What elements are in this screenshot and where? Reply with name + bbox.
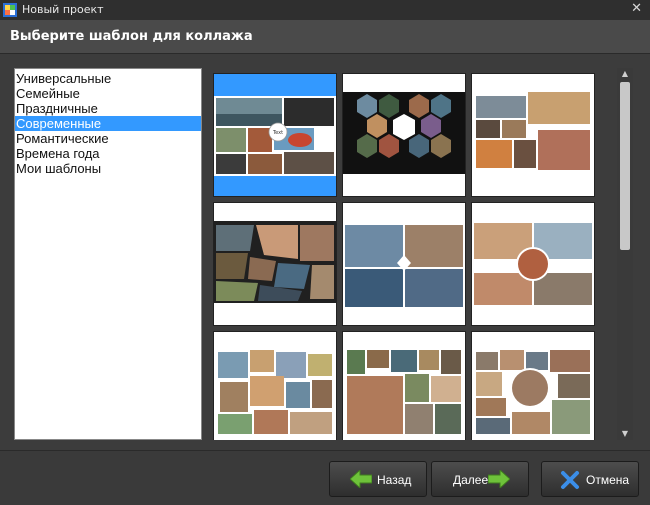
collage-preview-7 <box>214 332 336 440</box>
template-thumbnail[interactable] <box>213 331 337 440</box>
next-button[interactable]: Далее <box>431 461 529 497</box>
category-list[interactable]: Универсальные Семейные Праздничные Совре… <box>14 68 202 440</box>
back-button-label: Назад <box>377 473 412 487</box>
close-icon[interactable]: ✕ <box>631 1 642 16</box>
category-item-modern[interactable]: Современные <box>15 116 201 131</box>
cancel-button-label: Отмена <box>586 473 630 487</box>
collage-preview-2 <box>343 92 465 174</box>
scroll-up-arrow-icon[interactable]: ▲ <box>617 68 633 80</box>
category-item-holiday[interactable]: Праздничные <box>15 101 201 116</box>
arrow-left-icon <box>350 470 372 488</box>
collage-preview-4 <box>214 221 336 303</box>
category-item-my-templates[interactable]: Мои шаблоны <box>15 161 201 176</box>
category-item-family[interactable]: Семейные <box>15 86 201 101</box>
scroll-down-arrow-icon[interactable]: ▼ <box>617 428 633 440</box>
collage-preview-9 <box>472 332 594 440</box>
scroll-thumb[interactable] <box>620 82 630 250</box>
collage-preview-8 <box>343 332 465 440</box>
collage-preview-3 <box>472 74 594 196</box>
window-title: Новый проект <box>22 3 104 16</box>
template-thumbnail[interactable] <box>471 331 595 440</box>
collage-preview-1: Text <box>214 96 336 176</box>
template-thumbnail[interactable] <box>213 202 337 326</box>
dialog-footer: Назад Далее Отмена <box>0 450 650 505</box>
template-thumbnail[interactable] <box>471 73 595 197</box>
template-caption: Text <box>272 130 283 136</box>
cancel-x-icon <box>561 471 579 489</box>
template-thumbnail[interactable]: Text <box>213 73 337 197</box>
category-item-seasons[interactable]: Времена года <box>15 146 201 161</box>
dialog-heading: Выберите шаблон для коллажа <box>10 29 253 44</box>
cancel-button[interactable]: Отмена <box>541 461 639 497</box>
category-item-universal[interactable]: Универсальные <box>15 71 201 86</box>
template-grid: Text <box>208 68 608 440</box>
window-title-bar: Новый проект ✕ <box>0 0 650 20</box>
template-thumbnail[interactable] <box>342 331 466 440</box>
dialog-header: Выберите шаблон для коллажа <box>0 20 650 54</box>
back-button[interactable]: Назад <box>329 461 427 497</box>
template-thumbnail[interactable] <box>471 202 595 326</box>
next-button-label: Далее <box>453 473 489 487</box>
category-item-romantic[interactable]: Романтические <box>15 131 201 146</box>
template-thumbnail[interactable] <box>342 202 466 326</box>
template-scrollbar[interactable]: ▲ ▼ <box>617 68 633 440</box>
main-area: Универсальные Семейные Праздничные Совре… <box>0 54 650 450</box>
collage-preview-5 <box>343 203 465 325</box>
app-icon <box>3 3 17 17</box>
collage-preview-6 <box>472 203 594 325</box>
template-thumbnail[interactable] <box>342 73 466 197</box>
arrow-right-icon <box>488 470 510 488</box>
